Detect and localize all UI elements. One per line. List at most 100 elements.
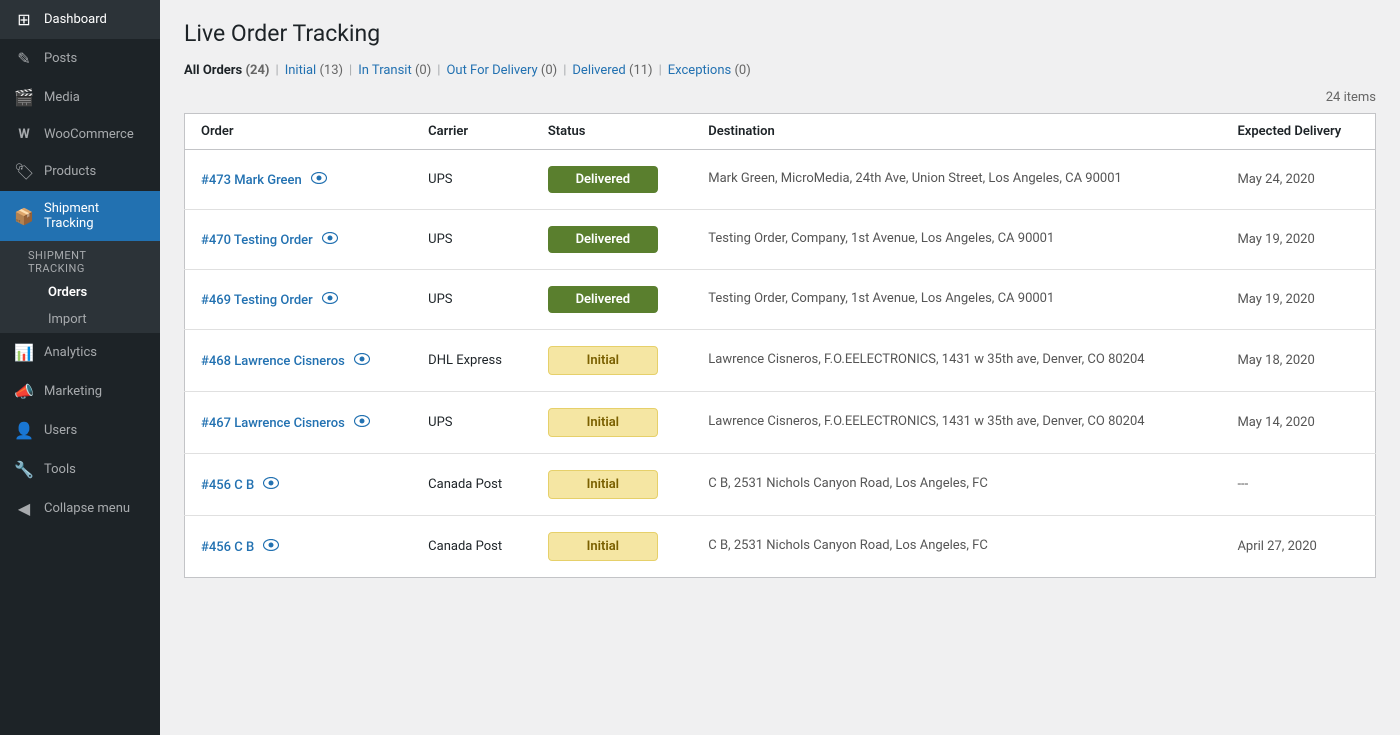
- eye-icon[interactable]: [354, 353, 370, 369]
- sidebar-item-woocommerce[interactable]: W WooCommerce: [0, 117, 160, 152]
- sidebar: ⊞ Dashboard ✎ Posts 🎬 Media W WooCommerc…: [0, 0, 160, 735]
- order-cell: #456 C B: [185, 516, 413, 578]
- sidebar-item-dashboard[interactable]: ⊞ Dashboard: [0, 0, 160, 39]
- eye-icon[interactable]: [263, 477, 279, 493]
- filter-in-transit-label: In Transit: [358, 63, 412, 78]
- sidebar-item-posts[interactable]: ✎ Posts: [0, 39, 160, 78]
- status-badge: Delivered: [548, 286, 658, 313]
- sidebar-item-label: Tools: [44, 462, 76, 477]
- filter-delivered-label: Delivered: [572, 63, 625, 78]
- delivery-date: May 19, 2020: [1237, 232, 1314, 247]
- media-icon: 🎬: [14, 88, 34, 107]
- destination-cell: C B, 2531 Nichols Canyon Road, Los Angel…: [692, 516, 1221, 578]
- status-cell: Initial: [532, 392, 692, 454]
- status-cell: Delivered: [532, 270, 692, 330]
- status-badge: Initial: [548, 408, 658, 437]
- sidebar-item-label: Media: [44, 90, 80, 105]
- filter-in-transit-count: (0): [415, 63, 431, 78]
- page-title: Live Order Tracking: [184, 20, 1376, 47]
- filter-out-label: Out For Delivery: [446, 63, 537, 78]
- filter-initial-label: Initial: [285, 63, 317, 78]
- col-carrier: Carrier: [412, 114, 532, 150]
- filter-sep-1: |: [276, 63, 279, 78]
- destination-cell: Testing Order, Company, 1st Avenue, Los …: [692, 210, 1221, 270]
- dashboard-icon: ⊞: [14, 10, 34, 29]
- order-link[interactable]: #470 Testing Order: [201, 233, 313, 248]
- delivery-date: May 24, 2020: [1237, 172, 1314, 187]
- analytics-icon: 📊: [14, 343, 34, 362]
- order-cell: #456 C B: [185, 454, 413, 516]
- content-area: Live Order Tracking All Orders (24) | In…: [160, 0, 1400, 735]
- sidebar-sub-item-import[interactable]: Import: [14, 306, 160, 333]
- main-content: Live Order Tracking All Orders (24) | In…: [160, 0, 1400, 735]
- filter-all-orders[interactable]: All Orders (24): [184, 63, 270, 78]
- sidebar-item-users[interactable]: 👤 Users: [0, 411, 160, 450]
- sidebar-item-label: WooCommerce: [44, 127, 134, 142]
- status-badge: Delivered: [548, 166, 658, 193]
- order-cell: #467 Lawrence Cisneros: [185, 392, 413, 454]
- delivery-cell: April 27, 2020: [1221, 516, 1375, 578]
- filter-exceptions[interactable]: Exceptions (0): [668, 63, 751, 78]
- sidebar-item-label: Users: [44, 423, 77, 438]
- delivery-cell: May 19, 2020: [1221, 270, 1375, 330]
- destination-cell: Lawrence Cisneros, F.O.EELECTRONICS, 143…: [692, 392, 1221, 454]
- items-count: 24 items: [184, 90, 1376, 105]
- sidebar-item-analytics[interactable]: 📊 Analytics: [0, 333, 160, 372]
- sidebar-sub-item-orders[interactable]: Orders: [14, 279, 160, 306]
- filter-sep-4: |: [563, 63, 566, 78]
- sidebar-item-label: Dashboard: [44, 12, 107, 27]
- delivery-date: May 19, 2020: [1237, 292, 1314, 307]
- shipment-tracking-icon: 📦: [14, 207, 34, 226]
- eye-icon[interactable]: [354, 415, 370, 431]
- carrier-cell: DHL Express: [412, 330, 532, 392]
- destination-cell: C B, 2531 Nichols Canyon Road, Los Angel…: [692, 454, 1221, 516]
- order-link[interactable]: #468 Lawrence Cisneros: [201, 354, 345, 369]
- eye-icon[interactable]: [322, 292, 338, 308]
- delivery-cell: May 19, 2020: [1221, 210, 1375, 270]
- delivery-cell: ---: [1221, 454, 1375, 516]
- table-row: #468 Lawrence Cisneros DHL Express Initi…: [185, 330, 1376, 392]
- delivery-date: April 27, 2020: [1237, 539, 1316, 554]
- order-link[interactable]: #456 C B: [201, 540, 254, 555]
- woocommerce-icon: W: [14, 127, 34, 142]
- eye-icon[interactable]: [322, 232, 338, 248]
- order-link[interactable]: #473 Mark Green: [201, 173, 302, 188]
- carrier-cell: Canada Post: [412, 454, 532, 516]
- carrier-cell: UPS: [412, 150, 532, 210]
- table-row: #470 Testing Order UPS Delivered Testing…: [185, 210, 1376, 270]
- carrier-cell: Canada Post: [412, 516, 532, 578]
- status-cell: Delivered: [532, 150, 692, 210]
- filter-out-for-delivery[interactable]: Out For Delivery (0): [446, 63, 557, 78]
- delivery-cell: May 24, 2020: [1221, 150, 1375, 210]
- col-status: Status: [532, 114, 692, 150]
- destination-text: Lawrence Cisneros, F.O.EELECTRONICS, 143…: [708, 414, 1144, 429]
- sidebar-item-products[interactable]: 🏷 Products: [0, 152, 160, 191]
- filter-in-transit[interactable]: In Transit (0): [358, 63, 431, 78]
- sidebar-item-shipment-tracking[interactable]: 📦 Shipment Tracking: [0, 191, 160, 241]
- order-link[interactable]: #469 Testing Order: [201, 293, 313, 308]
- sidebar-item-marketing[interactable]: 📣 Marketing: [0, 372, 160, 411]
- col-expected-delivery: Expected Delivery: [1221, 114, 1375, 150]
- order-link[interactable]: #467 Lawrence Cisneros: [201, 416, 345, 431]
- filter-initial[interactable]: Initial (13): [285, 63, 343, 78]
- sidebar-item-collapse[interactable]: ◀ Collapse menu: [0, 489, 160, 528]
- sidebar-item-tools[interactable]: 🔧 Tools: [0, 450, 160, 489]
- col-order: Order: [185, 114, 413, 150]
- carrier-cell: UPS: [412, 210, 532, 270]
- filter-delivered[interactable]: Delivered (11): [572, 63, 652, 78]
- eye-icon[interactable]: [263, 539, 279, 555]
- filter-bar: All Orders (24) | Initial (13) | In Tran…: [184, 63, 1376, 78]
- collapse-icon: ◀: [14, 499, 34, 518]
- tools-icon: 🔧: [14, 460, 34, 479]
- products-icon: 🏷: [14, 162, 34, 181]
- delivery-date: ---: [1237, 477, 1248, 492]
- destination-text: Testing Order, Company, 1st Avenue, Los …: [708, 231, 1054, 246]
- posts-icon: ✎: [14, 49, 34, 68]
- order-link[interactable]: #456 C B: [201, 478, 254, 493]
- sidebar-item-media[interactable]: 🎬 Media: [0, 78, 160, 117]
- eye-icon[interactable]: [311, 172, 327, 188]
- sidebar-item-label: Products: [44, 164, 96, 179]
- sidebar-item-label: Collapse menu: [44, 501, 130, 516]
- sidebar-item-label: Marketing: [44, 384, 102, 399]
- table-row: #456 C B Canada Post Initial C B, 2531 N…: [185, 516, 1376, 578]
